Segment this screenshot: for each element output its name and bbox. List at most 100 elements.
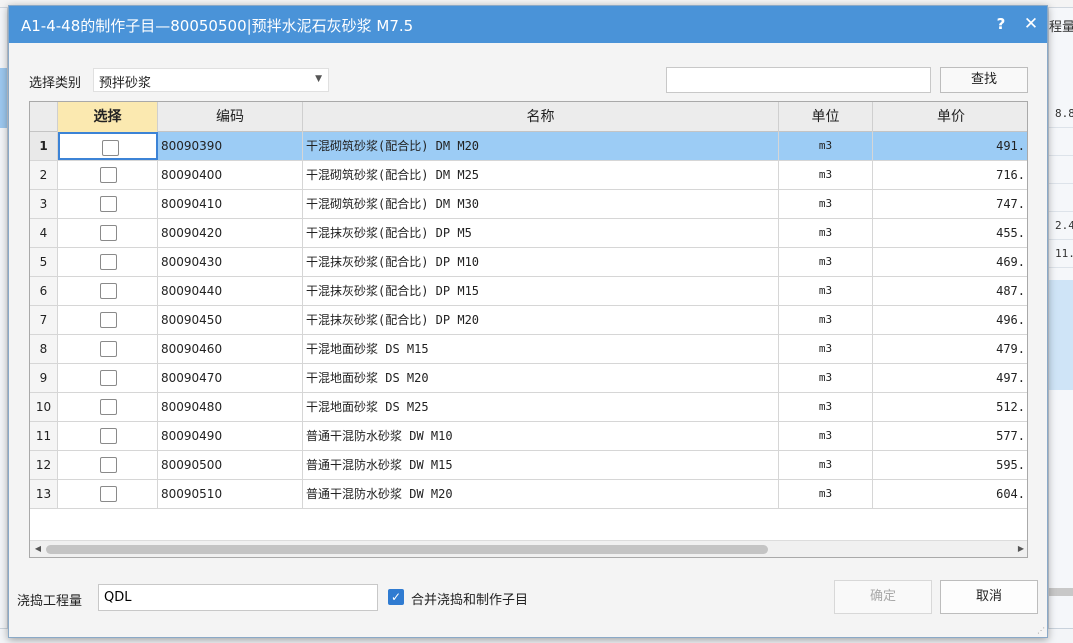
material-price[interactable]: 479. <box>873 335 1027 363</box>
scrollbar-thumb[interactable] <box>46 545 768 554</box>
material-unit[interactable]: m3 <box>779 335 873 363</box>
material-price[interactable]: 487. <box>873 277 1027 305</box>
material-price[interactable]: 455. <box>873 219 1027 247</box>
material-price[interactable]: 496. <box>873 306 1027 334</box>
material-name[interactable]: 普通干混防水砂浆 DW M15 <box>303 451 779 479</box>
row-checkbox[interactable] <box>100 486 117 502</box>
material-unit[interactable]: m3 <box>779 248 873 276</box>
table-row[interactable]: 7 80090450 干混抹灰砂浆(配合比) DP M20 m3 496. <box>30 306 1027 335</box>
material-unit[interactable]: m3 <box>779 277 873 305</box>
row-checkbox[interactable] <box>100 312 117 328</box>
category-dropdown[interactable]: 预拌砂浆 ▼ <box>93 68 329 92</box>
material-code[interactable]: 80090470 <box>158 364 303 392</box>
material-code[interactable]: 80090430 <box>158 248 303 276</box>
row-checkbox[interactable] <box>100 428 117 444</box>
material-code[interactable]: 80090400 <box>158 161 303 189</box>
table-row[interactable]: 3 80090410 干混砌筑砂浆(配合比) DM M30 m3 747. <box>30 190 1027 219</box>
column-header-code[interactable]: 编码 <box>158 102 303 132</box>
search-input[interactable] <box>666 67 931 93</box>
material-unit[interactable]: m3 <box>779 480 873 508</box>
select-cell[interactable] <box>58 335 158 363</box>
material-name[interactable]: 干混抹灰砂浆(配合比) DP M20 <box>303 306 779 334</box>
table-row[interactable]: 9 80090470 干混地面砂浆 DS M20 m3 497. <box>30 364 1027 393</box>
select-cell[interactable] <box>58 248 158 276</box>
table-row[interactable]: 8 80090460 干混地面砂浆 DS M15 m3 479. <box>30 335 1027 364</box>
material-unit[interactable]: m3 <box>779 132 873 160</box>
material-unit[interactable]: m3 <box>779 451 873 479</box>
material-price[interactable]: 577. <box>873 422 1027 450</box>
material-code[interactable]: 80090460 <box>158 335 303 363</box>
row-checkbox[interactable] <box>100 283 117 299</box>
material-price[interactable]: 491. <box>873 132 1027 160</box>
row-checkbox[interactable] <box>102 140 119 156</box>
dialog-titlebar[interactable]: A1-4-48的制作子目—80050500|预拌水泥石灰砂浆 M7.5 ? ✕ <box>9 6 1047 43</box>
horizontal-scrollbar[interactable]: ◀ ▶ <box>30 540 1027 557</box>
material-name[interactable]: 普通干混防水砂浆 DW M20 <box>303 480 779 508</box>
row-checkbox[interactable] <box>100 341 117 357</box>
row-checkbox[interactable] <box>100 399 117 415</box>
material-name[interactable]: 干混砌筑砂浆(配合比) DM M20 <box>303 132 779 160</box>
column-header-name[interactable]: 名称 <box>303 102 779 132</box>
row-checkbox[interactable] <box>100 167 117 183</box>
table-row[interactable]: 13 80090510 普通干混防水砂浆 DW M20 m3 604. <box>30 480 1027 509</box>
material-code[interactable]: 80090510 <box>158 480 303 508</box>
material-unit[interactable]: m3 <box>779 161 873 189</box>
material-code[interactable]: 80090450 <box>158 306 303 334</box>
table-row[interactable]: 10 80090480 干混地面砂浆 DS M25 m3 512. <box>30 393 1027 422</box>
material-code[interactable]: 80090410 <box>158 190 303 218</box>
select-cell[interactable] <box>58 161 158 189</box>
material-code[interactable]: 80090480 <box>158 393 303 421</box>
material-name[interactable]: 普通干混防水砂浆 DW M10 <box>303 422 779 450</box>
row-checkbox[interactable] <box>100 225 117 241</box>
select-cell[interactable] <box>58 393 158 421</box>
material-unit[interactable]: m3 <box>779 364 873 392</box>
material-price[interactable]: 604. <box>873 480 1027 508</box>
table-row[interactable]: 6 80090440 干混抹灰砂浆(配合比) DP M15 m3 487. <box>30 277 1027 306</box>
column-header-select[interactable]: 选择 <box>58 102 158 132</box>
close-icon[interactable]: ✕ <box>1020 13 1042 35</box>
material-price[interactable]: 512. <box>873 393 1027 421</box>
material-price[interactable]: 716. <box>873 161 1027 189</box>
table-row[interactable]: 1 80090390 干混砌筑砂浆(配合比) DM M20 m3 491. <box>30 132 1027 161</box>
select-cell[interactable] <box>58 364 158 392</box>
merge-checkbox-label[interactable]: 合并浇捣和制作子目 <box>411 589 528 608</box>
column-header-price[interactable]: 单价 <box>873 102 1027 132</box>
table-row[interactable]: 4 80090420 干混抹灰砂浆(配合比) DP M5 m3 455. <box>30 219 1027 248</box>
select-cell[interactable] <box>58 132 158 160</box>
cancel-button[interactable]: 取消 <box>940 580 1038 614</box>
material-code[interactable]: 80090500 <box>158 451 303 479</box>
row-checkbox[interactable] <box>100 370 117 386</box>
material-name[interactable]: 干混抹灰砂浆(配合比) DP M5 <box>303 219 779 247</box>
select-cell[interactable] <box>58 451 158 479</box>
table-row[interactable]: 5 80090430 干混抹灰砂浆(配合比) DP M10 m3 469. <box>30 248 1027 277</box>
material-code[interactable]: 80090490 <box>158 422 303 450</box>
row-checkbox[interactable] <box>100 457 117 473</box>
material-price[interactable]: 747. <box>873 190 1027 218</box>
material-code[interactable]: 80090440 <box>158 277 303 305</box>
help-icon[interactable]: ? <box>990 13 1012 35</box>
merge-checkbox[interactable]: ✓ <box>388 589 404 605</box>
material-price[interactable]: 497. <box>873 364 1027 392</box>
material-code[interactable]: 80090390 <box>158 132 303 160</box>
material-name[interactable]: 干混砌筑砂浆(配合比) DM M30 <box>303 190 779 218</box>
scroll-right-arrow-icon[interactable]: ▶ <box>1015 543 1027 555</box>
row-checkbox[interactable] <box>100 254 117 270</box>
select-cell[interactable] <box>58 422 158 450</box>
column-header-unit[interactable]: 单位 <box>779 102 873 132</box>
material-code[interactable]: 80090420 <box>158 219 303 247</box>
select-cell[interactable] <box>58 190 158 218</box>
material-name[interactable]: 干混地面砂浆 DS M15 <box>303 335 779 363</box>
search-button[interactable]: 查找 <box>940 67 1028 93</box>
material-unit[interactable]: m3 <box>779 219 873 247</box>
resize-grip-icon[interactable]: ⋰ <box>1037 626 1046 635</box>
ok-button[interactable]: 确定 <box>834 580 932 614</box>
material-unit[interactable]: m3 <box>779 306 873 334</box>
material-name[interactable]: 干混地面砂浆 DS M20 <box>303 364 779 392</box>
table-row[interactable]: 12 80090500 普通干混防水砂浆 DW M15 m3 595. <box>30 451 1027 480</box>
table-row[interactable]: 2 80090400 干混砌筑砂浆(配合比) DM M25 m3 716. <box>30 161 1027 190</box>
material-unit[interactable]: m3 <box>779 190 873 218</box>
select-cell[interactable] <box>58 480 158 508</box>
material-price[interactable]: 469. <box>873 248 1027 276</box>
material-unit[interactable]: m3 <box>779 393 873 421</box>
material-name[interactable]: 干混抹灰砂浆(配合比) DP M10 <box>303 248 779 276</box>
